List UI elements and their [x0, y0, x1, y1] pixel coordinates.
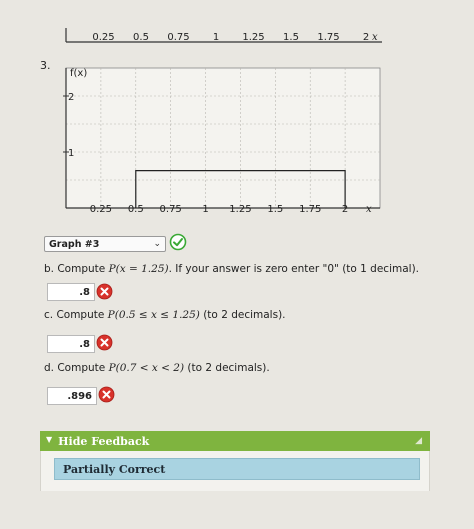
x-tick-label: 0.25 — [90, 204, 112, 215]
top-axis-tick-label: 1.75 — [317, 32, 339, 43]
hide-feedback-label: Hide Feedback — [58, 434, 150, 448]
incorrect-x-icon — [98, 386, 115, 403]
part-d-answer-input[interactable]: .896 — [47, 387, 97, 405]
top-axis-tick-label: 0.75 — [167, 32, 189, 43]
chevron-down-icon: ⌄ — [153, 239, 161, 249]
part-b-question: b. Compute P(x = 1.25). If your answer i… — [44, 263, 420, 275]
resize-grip-icon: ◢ — [415, 436, 422, 446]
density-graph: 21f(x)0.25 0.5 0.75 1 1.25 1.5 1.75 2 x — [63, 67, 381, 215]
triangle-down-icon: ▼ — [46, 434, 53, 444]
part-d-question: d. Compute P(0.7 < x < 2) (to 2 decimals… — [44, 362, 270, 374]
graph-select-value: Graph #3 — [49, 238, 100, 250]
feedback-status: Partially Correct — [54, 458, 420, 480]
top-axis-tick-label: 1 — [213, 32, 219, 43]
x-tick-label: 1.75 — [299, 204, 321, 215]
top-axis-tick-label: 0.25 — [92, 32, 114, 43]
top-axis-tick-label: 1.5 — [283, 32, 299, 43]
previous-graph-x-axis: 0.25 0.5 0.75 1 1.25 1.5 1.75 2 x — [65, 28, 382, 43]
y-tick-label: 1 — [68, 148, 74, 159]
check-icon — [169, 233, 187, 251]
incorrect-x-icon — [96, 283, 113, 300]
top-axis-tick-label: 1.25 — [242, 32, 264, 43]
top-axis-tick-label: 2 — [363, 32, 369, 43]
part-b-answer-input[interactable]: .8 — [47, 283, 95, 301]
top-axis-tick-label: 0.5 — [133, 32, 149, 43]
y-tick-label: 2 — [68, 92, 74, 103]
y-axis-label: f(x) — [70, 68, 87, 79]
x-tick-label: 0.75 — [160, 204, 182, 215]
incorrect-x-icon — [96, 334, 113, 351]
part-c-question: c. Compute P(0.5 ≤ x ≤ 1.25) (to 2 decim… — [44, 309, 286, 321]
part-c-answer-input[interactable]: .8 — [47, 335, 95, 353]
hide-feedback-toggle[interactable]: ▼ Hide Feedback ◢ — [40, 431, 430, 451]
x-tick-label: 1.25 — [229, 204, 251, 215]
graph-plot-area — [65, 67, 381, 209]
x-tick-label: 1 — [202, 204, 208, 215]
x-tick-label: 1.5 — [267, 204, 283, 215]
top-axis-x-label: x — [372, 32, 378, 43]
graph-select[interactable]: Graph #3 ⌄ — [44, 236, 166, 252]
question-number: 3. — [40, 59, 51, 72]
x-axis-label: x — [366, 204, 372, 215]
